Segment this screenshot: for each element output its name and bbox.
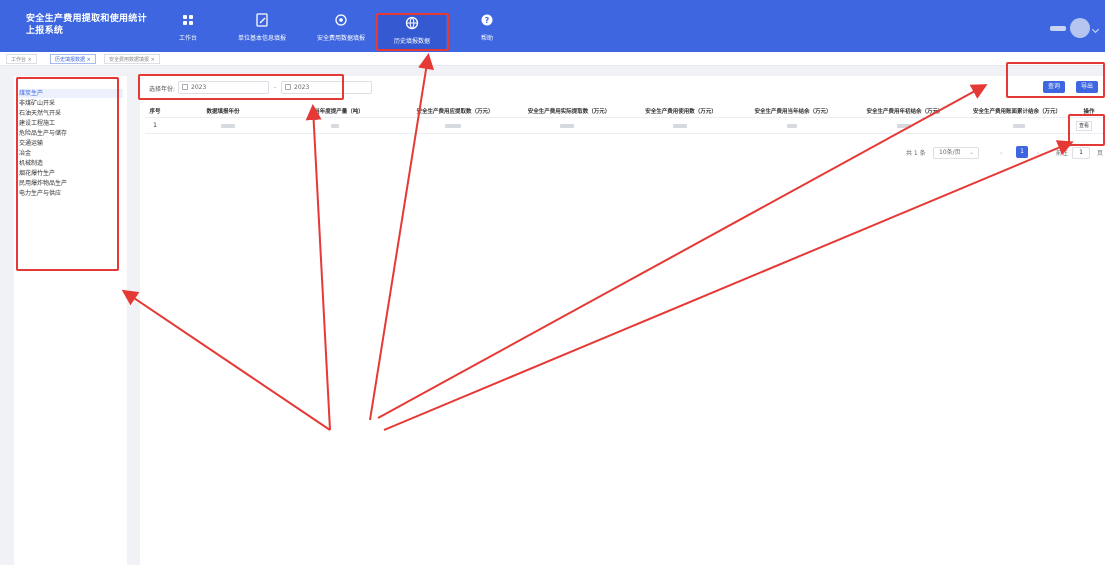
cell-blurred — [221, 124, 235, 128]
nav-help[interactable]: ? 帮助 — [474, 12, 500, 50]
nav-fee-report[interactable]: 安全费用数据填报 — [306, 12, 376, 50]
goto-label: 前往 — [1056, 150, 1069, 157]
sidebar-item-hazardous[interactable]: 危险品生产与储存 — [19, 129, 123, 138]
tab-tags-bar: 工作台 × 历史填报数据 × 安全费用数据填报 × — [0, 52, 1105, 66]
sidebar-item-oil-gas[interactable]: 石油天然气开采 — [19, 109, 123, 118]
col-year-balance: 安全生产费用当年结余（万元） — [754, 109, 832, 115]
edit-icon — [256, 13, 268, 27]
nav-label: 历史填报数据 — [393, 38, 430, 45]
sidebar-item-explosives[interactable]: 民用爆炸物品生产 — [19, 179, 123, 188]
next-page-icon[interactable]: › — [1037, 148, 1039, 160]
col-year: 数据填报年份 — [206, 109, 240, 115]
sidebar-item-transport[interactable]: 交通运输 — [19, 139, 123, 148]
prev-page-icon[interactable]: ‹ — [1000, 148, 1002, 160]
col-action: 操作 — [1083, 109, 1095, 115]
nav-unit-info[interactable]: 单位基本信息填报 — [228, 12, 296, 50]
nav-label: 安全费用数据填报 — [316, 35, 365, 42]
chevron-down-icon: ⌄ — [968, 149, 974, 156]
start-year-value: 2023 — [191, 84, 207, 91]
avatar[interactable] — [1070, 18, 1090, 38]
sidebar-item-construction[interactable]: 建设工程施工 — [19, 119, 123, 128]
app-title: 安全生产费用提取和使用统计 上报系统 — [26, 13, 176, 37]
col-index: 序号 — [149, 109, 161, 115]
sidebar-item-power[interactable]: 电力生产与供应 — [19, 189, 123, 198]
sidebar-item-machinery[interactable]: 机械制造 — [19, 159, 123, 168]
globe-icon — [405, 16, 419, 30]
col-used: 安全生产费用使用数（万元） — [645, 109, 717, 115]
cell-blurred — [673, 124, 687, 128]
page-1-button[interactable]: 1 — [1016, 146, 1028, 158]
top-header: 安全生产费用提取和使用统计 上报系统 工作台 单位基本信息填报 安全费用数据填报… — [0, 0, 1105, 52]
cell-blurred — [445, 124, 461, 128]
end-year-value: 2023 — [294, 84, 310, 91]
col-actual: 安全生产费用实际提取数（万元） — [527, 109, 611, 115]
app-title-line1: 安全生产费用提取和使用统计 — [26, 14, 147, 24]
main-panel: 选择年份: 2023 - 2023 查询 导出 序号 数据填报年份 当年度提产量… — [140, 76, 1105, 565]
cell-blurred — [1013, 124, 1025, 128]
col-due: 安全生产费用应提取数（万元） — [416, 109, 494, 115]
nav-history[interactable]: 历史填报数据 — [378, 14, 446, 49]
goto-page-input[interactable]: 1 — [1072, 147, 1090, 159]
svg-text:?: ? — [485, 16, 490, 25]
view-button[interactable]: 查看 — [1076, 121, 1092, 131]
tag-history[interactable]: 历史填报数据 × — [50, 54, 96, 64]
year-filter-label: 选择年份: — [149, 86, 176, 93]
cell-blurred — [787, 124, 797, 128]
help-icon: ? — [481, 14, 493, 26]
cell-blurred — [897, 124, 911, 128]
nav-label: 工作台 — [178, 35, 197, 42]
page-suffix: 页 — [1097, 150, 1104, 157]
page-size-select[interactable]: 10条/页 ⌄ — [933, 147, 979, 159]
tag-fee-report[interactable]: 安全费用数据填报 × — [104, 54, 160, 64]
app-title-line2: 上报系统 — [26, 26, 64, 36]
calendar-icon — [182, 84, 188, 90]
nav-label: 帮助 — [480, 35, 493, 42]
sidebar-item-nonmetal-mining[interactable]: 非煤矿山开采 — [19, 99, 123, 108]
industry-sidebar: 煤炭生产 非煤矿山开采 石油天然气开采 建设工程施工 危险品生产与储存 交通运输… — [14, 76, 127, 565]
sidebar-item-metallurgy[interactable]: 冶金 — [19, 149, 123, 158]
col-cumulative-balance: 安全生产费用账面累计结余（万元） — [972, 109, 1061, 115]
start-year-picker[interactable]: 2023 — [178, 81, 269, 94]
end-year-picker[interactable]: 2023 — [281, 81, 372, 94]
col-output: 当年度提产量（吨） — [314, 109, 364, 115]
calendar-icon — [285, 84, 291, 90]
nav-workbench[interactable]: 工作台 — [168, 12, 208, 50]
cell-blurred — [560, 124, 574, 128]
export-button[interactable]: 导出 — [1076, 81, 1098, 93]
sidebar-item-fireworks[interactable]: 烟花爆竹生产 — [19, 169, 123, 178]
table-header: 序号 数据填报年份 当年度提产量（吨） 安全生产费用应提取数（万元） 安全生产费… — [145, 106, 1105, 118]
cell-blurred — [331, 124, 339, 128]
grid-icon — [183, 15, 193, 25]
cell-index: 1 — [153, 122, 157, 129]
chevron-down-icon[interactable] — [1091, 25, 1100, 34]
query-button[interactable]: 查询 — [1043, 81, 1065, 93]
page-size-value: 10条/页 — [939, 149, 961, 156]
col-opening-balance: 安全生产费用年初结余（万元） — [866, 109, 944, 115]
range-separator: - — [274, 84, 277, 91]
target-icon — [335, 14, 347, 26]
username-blurred — [1050, 26, 1066, 31]
tag-workbench[interactable]: 工作台 × — [6, 54, 37, 64]
sidebar-item-coal[interactable]: 煤炭生产 — [19, 89, 123, 98]
table-row: 1 查看 — [145, 118, 1105, 134]
nav-label: 单位基本信息填报 — [237, 35, 286, 42]
pagination-total: 共 1 条 — [906, 150, 926, 157]
